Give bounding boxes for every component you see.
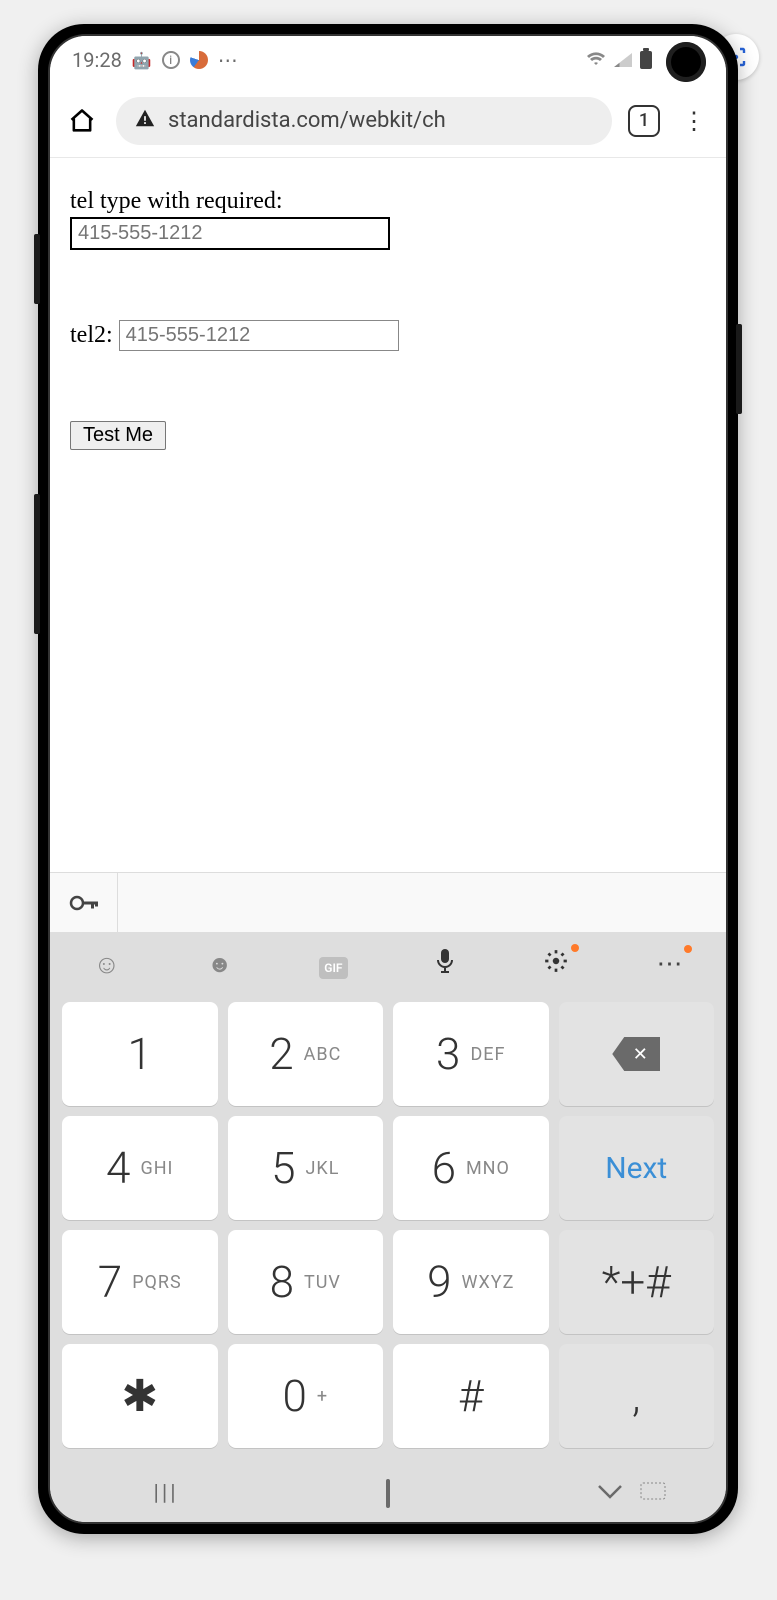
status-bar: 19:28 🤖 i ⋯ [50, 36, 726, 84]
home-button[interactable] [64, 107, 100, 135]
sticker-icon[interactable]: ☻ [207, 950, 232, 979]
key-3[interactable]: 3DEF [393, 1002, 549, 1106]
key-5[interactable]: 5JKL [228, 1116, 384, 1220]
android-nav-bar: ||| [50, 1464, 726, 1522]
key-6[interactable]: 6MNO [393, 1116, 549, 1220]
key-2[interactable]: 2ABC [228, 1002, 384, 1106]
tel1-label: tel type with required: [70, 188, 706, 215]
signal-icon [614, 53, 632, 67]
recents-button[interactable]: ||| [153, 1481, 178, 1506]
test-me-button[interactable]: Test Me [70, 421, 166, 450]
key-1[interactable]: 1 [62, 1002, 218, 1106]
keyboard-more-icon[interactable]: ⋯ [656, 949, 682, 979]
key-,[interactable]: , [559, 1344, 715, 1448]
key-8[interactable]: 8TUV [228, 1230, 384, 1334]
volume-button [34, 234, 40, 304]
key-9[interactable]: 9WXYZ [393, 1230, 549, 1334]
keyboard-toolbar: ☺ ☻ GIF ⋯ [50, 932, 726, 996]
keyboard-suggestion-bar [50, 872, 726, 932]
bixby-button [34, 494, 40, 634]
tabs-button[interactable]: 1 [628, 105, 660, 137]
key-backspace[interactable]: ✕ [559, 1002, 715, 1106]
android-icon: 🤖 [132, 51, 152, 70]
tel1-input[interactable] [70, 217, 390, 250]
more-notifications-icon: ⋯ [218, 48, 240, 72]
power-button [736, 324, 742, 414]
url-bar[interactable]: standardista.com/webkit/ch [116, 97, 612, 145]
key-0[interactable]: 0+ [228, 1344, 384, 1448]
browser-menu-button[interactable]: ⋮ [676, 103, 712, 139]
key-7[interactable]: 7PQRS [62, 1230, 218, 1334]
status-time: 19:28 [72, 48, 122, 72]
info-icon: i [162, 51, 180, 69]
insecure-icon [134, 107, 156, 135]
home-nav-button[interactable] [386, 1481, 390, 1506]
password-key-icon[interactable] [50, 873, 118, 932]
url-text: standardista.com/webkit/ch [168, 108, 446, 133]
tel2-label: tel2: [70, 322, 113, 349]
browser-toolbar: standardista.com/webkit/ch 1 ⋮ [50, 84, 726, 158]
mic-icon[interactable] [434, 947, 456, 982]
key-star[interactable]: ✱ [62, 1344, 218, 1448]
key-next[interactable]: Next [559, 1116, 715, 1220]
front-camera [666, 42, 706, 82]
web-page-content: tel type with required: tel2: Test Me [50, 158, 726, 872]
gif-icon[interactable]: GIF [319, 949, 347, 979]
keyboard-switch-icon[interactable] [640, 1481, 666, 1506]
soft-keyboard: ☺ ☻ GIF ⋯ 12ABC3DEF✕ 4GHI5JKL6MNONext 7PQR… [50, 932, 726, 1464]
tel2-input[interactable] [119, 320, 399, 351]
phone-frame: 19:28 🤖 i ⋯ [38, 24, 738, 1534]
key-4[interactable]: 4GHI [62, 1116, 218, 1220]
swirl-icon [190, 51, 208, 69]
battery-icon [640, 51, 652, 69]
settings-icon[interactable] [543, 948, 569, 981]
back-button[interactable] [597, 1481, 623, 1506]
wifi-icon [586, 48, 606, 72]
key-#[interactable]: # [393, 1344, 549, 1448]
emoji-icon[interactable]: ☺ [93, 949, 120, 980]
key-*+#[interactable]: *+# [559, 1230, 715, 1334]
